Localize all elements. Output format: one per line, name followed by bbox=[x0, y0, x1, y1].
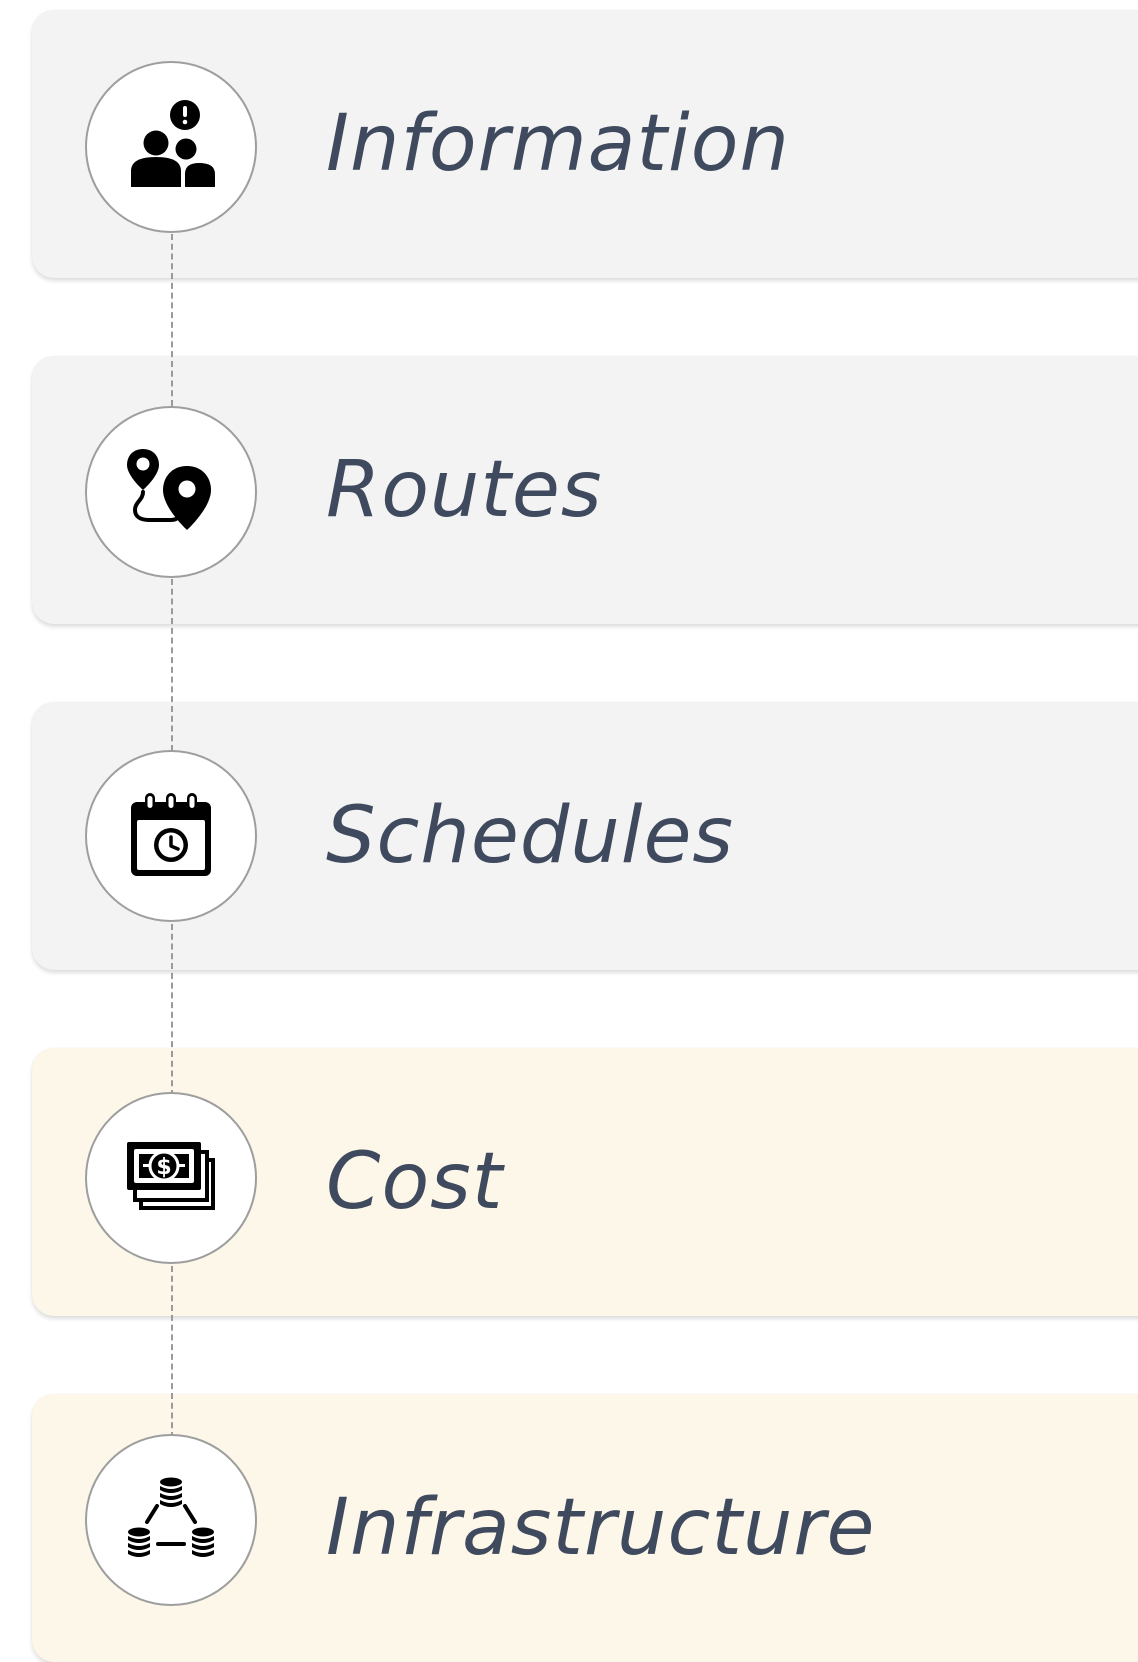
step-label: Cost bbox=[326, 1137, 504, 1227]
step-label: Schedules bbox=[326, 791, 735, 881]
step-label: Routes bbox=[326, 445, 603, 535]
step-icon-circle bbox=[85, 61, 257, 233]
user-group-alert-icon bbox=[131, 100, 215, 187]
calendar-clock-icon bbox=[131, 793, 211, 876]
step-icon-circle: $ bbox=[85, 1092, 257, 1264]
route-pins-icon bbox=[127, 449, 211, 530]
step-connector bbox=[171, 234, 173, 406]
step-label: Infrastructure bbox=[326, 1483, 876, 1573]
step-connector bbox=[171, 924, 173, 1096]
step-icon-circle bbox=[85, 750, 257, 922]
money-stack-icon: $ bbox=[127, 1142, 215, 1210]
svg-text:$: $ bbox=[156, 1155, 171, 1180]
step-connector bbox=[171, 1266, 173, 1438]
step-connector bbox=[171, 579, 173, 751]
step-list: Information Routes Schedules Cost Infras… bbox=[0, 0, 1138, 1662]
step-label: Information bbox=[326, 99, 790, 189]
step-icon-circle bbox=[85, 406, 257, 578]
database-network-icon bbox=[128, 1477, 214, 1557]
step-icon-circle bbox=[85, 1434, 257, 1606]
